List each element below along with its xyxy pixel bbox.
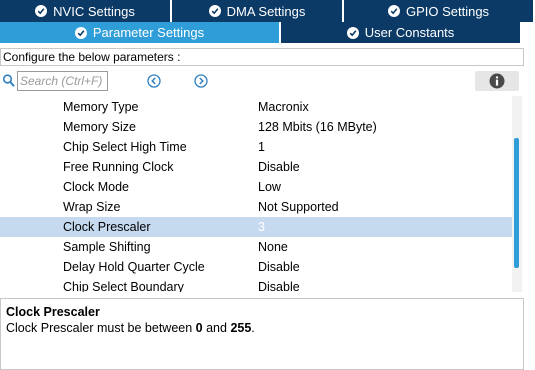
description-text: Clock Prescaler must be between 0 and 25… [6,321,255,335]
table-row[interactable]: Free Running Clock Disable [0,157,512,177]
parameter-value[interactable]: 128 Mbits (16 MByte) [258,120,377,134]
tab-gpio-settings[interactable]: GPIO Settings [344,0,535,22]
tab-label: NVIC Settings [53,3,135,19]
parameter-table: Memory Type Macronix Memory Size 128 Mbits … [0,96,512,292]
table-row[interactable]: Memory Type Macronix [0,97,512,117]
search-previous-icon[interactable] [147,74,161,88]
parameter-name: Memory Type [63,100,139,114]
check-circle-icon [35,5,48,17]
tab-label: GPIO Settings [405,3,490,19]
search-icon [2,73,16,89]
table-row[interactable]: Chip Select Boundary Disable [0,277,512,292]
check-circle-icon [387,5,400,17]
parameter-value[interactable]: 3 [258,220,265,234]
description-panel: Clock Prescaler Clock Prescaler must be … [0,298,524,370]
check-circle-icon [74,26,87,39]
table-row[interactable]: Memory Size 128 Mbits (16 MByte) [0,117,512,137]
toolbar [0,70,524,92]
info-icon [489,73,505,89]
tab-nvic-settings[interactable]: NVIC Settings [0,0,172,22]
tabs-row-bottom: Parameter Settings User Constants [0,22,535,43]
parameter-name: Chip Select High Time [63,140,187,154]
table-row[interactable]: Wrap Size Not Supported [0,197,512,217]
tabs-row-top: NVIC Settings DMA Settings GPIO Settings [0,0,535,22]
vertical-scrollbar[interactable] [512,96,522,292]
parameter-name: Sample Shifting [63,240,151,254]
tab-parameter-settings[interactable]: Parameter Settings [0,22,281,43]
parameter-value[interactable]: Low [258,180,281,194]
parameter-value[interactable]: Disable [258,160,300,174]
parameter-name: Free Running Clock [63,160,174,174]
tab-user-constants[interactable]: User Constants [281,22,522,43]
parameter-name: Delay Hold Quarter Cycle [63,260,205,274]
parameter-name: Clock Mode [63,180,129,194]
search-next-icon[interactable] [194,74,208,88]
table-row[interactable]: Delay Hold Quarter Cycle Disable [0,257,512,277]
search-input[interactable] [17,71,108,91]
parameter-value[interactable]: 1 [258,140,265,154]
parameter-value[interactable]: Not Supported [258,200,339,214]
table-row[interactable]: Sample Shifting None [0,237,512,257]
parameter-value[interactable]: Disable [258,260,300,274]
table-row[interactable]: Clock Mode Low [0,177,512,197]
scrollbar-thumb[interactable] [514,138,519,268]
parameter-name: Chip Select Boundary [63,280,184,292]
parameter-name: Wrap Size [63,200,121,214]
tab-label: Parameter Settings [92,25,205,40]
table-row[interactable]: Chip Select High Time 1 [0,137,512,157]
description-title: Clock Prescaler [6,305,100,319]
check-circle-icon [208,5,221,17]
tab-label: DMA Settings [226,3,306,19]
tab-label: User Constants [364,25,455,40]
parameter-value[interactable]: None [258,240,288,254]
parameter-name: Clock Prescaler [63,220,151,234]
info-button[interactable] [475,71,519,91]
parameter-value[interactable]: Disable [258,280,300,292]
check-circle-icon [346,26,359,39]
parameter-name: Memory Size [63,120,136,134]
tab-dma-settings[interactable]: DMA Settings [172,0,344,22]
parameter-value[interactable]: Macronix [258,100,309,114]
configure-label: Configure the below parameters : [0,48,524,66]
table-row[interactable]: Clock Prescaler 3 [0,217,512,237]
